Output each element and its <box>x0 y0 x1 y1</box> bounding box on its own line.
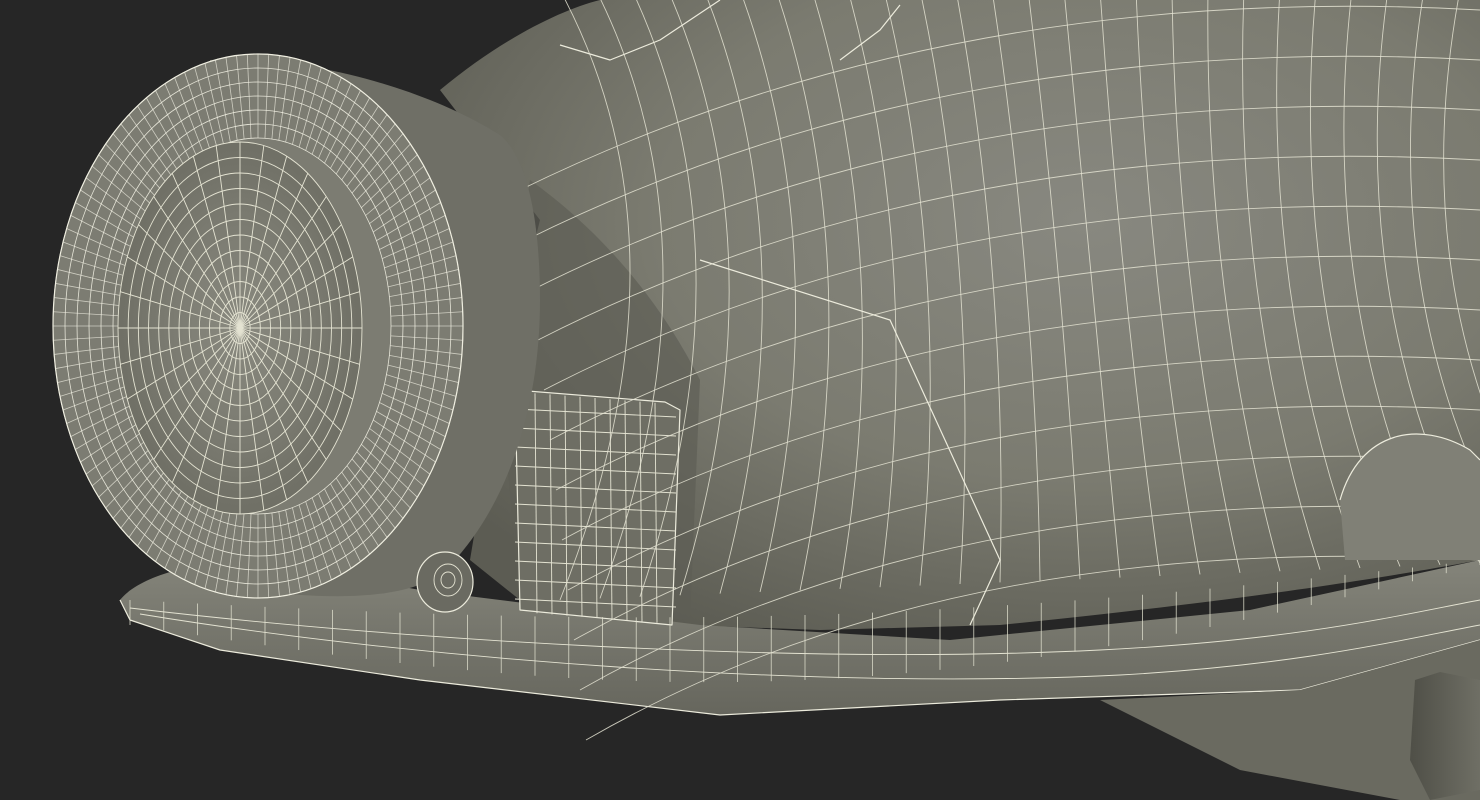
lens-wireframe <box>117 141 363 515</box>
lamp-hinge-knob <box>416 551 474 613</box>
render-viewport <box>0 0 1480 800</box>
rear-clip <box>1410 672 1480 800</box>
headlamp <box>52 53 540 613</box>
